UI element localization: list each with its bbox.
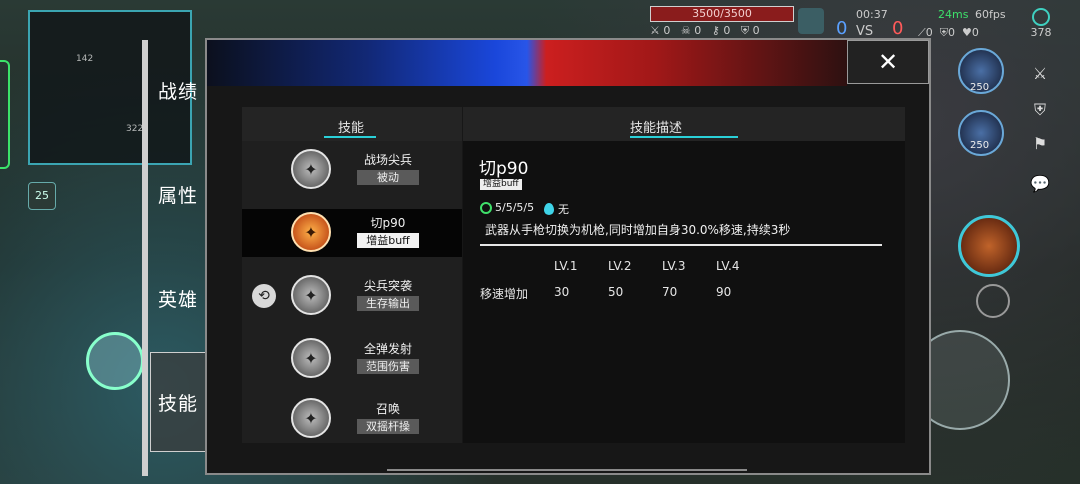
- ultimate-skill-button[interactable]: [958, 215, 1020, 277]
- skill-description: [463, 107, 905, 443]
- shield-plus-icon[interactable]: ⛨: [1026, 96, 1054, 124]
- energy-cost: 无: [544, 201, 569, 217]
- close-button[interactable]: ✕: [847, 40, 929, 84]
- red-score: 0: [892, 18, 904, 39]
- header-underline: [324, 136, 376, 138]
- skill-name: 全弹发射: [363, 342, 412, 356]
- top-hud: 3500/3500 ⚔ 0 ☠ 0 ⚷ 0 ⛨ 0 0 00:37 VS 0 2…: [650, 6, 1060, 39]
- team-stats: ⚔ 0 ☠ 0 ⚷ 0 ⛨ 0: [650, 24, 760, 37]
- tab-track: [142, 40, 148, 476]
- skill-icon: ✦: [291, 275, 331, 315]
- skill-item[interactable]: ✦ 召唤 双摇杆操: [242, 395, 462, 443]
- clock-icon: [480, 201, 492, 214]
- skill-icon: ✦: [291, 398, 331, 438]
- divider: [480, 244, 882, 246]
- skill-list-title: 技能: [338, 121, 365, 136]
- skill-item[interactable]: ⟲ ✦ 尖兵突袭 生存输出: [242, 272, 462, 320]
- level-value: 30: [554, 285, 570, 299]
- key-icon: ⚷: [711, 24, 720, 37]
- cooldown: 5/5/5/5: [480, 201, 534, 214]
- panel-notch: [387, 469, 747, 477]
- skill-name: 召唤: [375, 402, 400, 416]
- skill-name: 尖兵突袭: [363, 279, 412, 293]
- fps: 60fps: [975, 8, 1006, 21]
- shield-icon: ⛨: [939, 26, 948, 39]
- header-underline: [630, 136, 738, 138]
- skill-item-selected[interactable]: ✦ 切p90 增益buff: [242, 209, 462, 257]
- skill-button[interactable]: [976, 284, 1010, 318]
- chat-icon[interactable]: 💬: [1026, 170, 1054, 198]
- team-emblem-icon: [798, 8, 824, 34]
- level-header: LV.1: [554, 259, 578, 273]
- level-header: LV.4: [716, 259, 740, 273]
- description-title: 技能描述: [630, 121, 683, 136]
- movement-joystick[interactable]: [86, 332, 144, 390]
- skill-list-header: 技能: [242, 107, 462, 141]
- skill-name: 切p90: [370, 216, 406, 230]
- blue-score: 0: [836, 18, 848, 39]
- skill-badge: 增益buff: [480, 179, 522, 190]
- level-badge: 25: [28, 182, 56, 210]
- skill-tag: 增益buff: [357, 233, 419, 248]
- heart-icon: ♥: [961, 26, 972, 39]
- skill-item[interactable]: ✦ 战场尖兵 被动: [242, 146, 462, 194]
- skill-icon: ✦: [291, 338, 331, 378]
- side-tabs: 战绩 属性 英雄 技能: [142, 40, 206, 476]
- team-banner: [207, 40, 847, 86]
- skill-description-text: 武器从手枪切换为机枪,同时增加自身30.0%移速,持续3秒: [485, 223, 791, 237]
- tab-skills[interactable]: 技能: [150, 352, 206, 452]
- shield-icon: ⛨: [740, 24, 750, 37]
- hp-bar: 3500/3500: [650, 6, 794, 22]
- portrait-value: 250: [970, 140, 990, 151]
- minimap-label: 322: [126, 124, 144, 134]
- description-header: 技能描述: [463, 107, 905, 141]
- portrait-value: 250: [970, 82, 990, 93]
- match-time: 00:37: [856, 8, 888, 21]
- skill-panel: ✕ 技能 ✦ 战场尖兵 被动 ✦ 切p90 增益buff ⟲ ✦ 尖兵突袭 生存…: [205, 38, 931, 475]
- vs-label: VS: [856, 24, 874, 39]
- sword-icon[interactable]: ⚔: [1026, 60, 1054, 88]
- panel-content: 技能 ✦ 战场尖兵 被动 ✦ 切p90 增益buff ⟲ ✦ 尖兵突袭 生存输出…: [242, 107, 905, 443]
- skill-icon: ✦: [291, 212, 331, 252]
- level-value: 90: [716, 285, 732, 299]
- skill-name: 战场尖兵: [363, 153, 412, 167]
- sword-icon: ⚔: [650, 24, 660, 37]
- skill-item[interactable]: ✦ 全弹发射 范围伤害: [242, 335, 462, 383]
- minimap-label: 142: [76, 54, 94, 64]
- skill-tag: 生存输出: [357, 296, 419, 311]
- side-indicator: [0, 60, 10, 169]
- ping: 24ms: [938, 8, 969, 21]
- tab-attributes[interactable]: 属性: [150, 144, 206, 244]
- level-row-label: 移速增加: [480, 287, 529, 301]
- flag-icon[interactable]: ⚑: [1026, 130, 1054, 158]
- level-value: 50: [608, 285, 624, 299]
- drop-icon: [544, 203, 554, 215]
- coin-counter: 378: [1026, 8, 1056, 39]
- skill-tag: 被动: [357, 170, 419, 185]
- skill-tag: 双摇杆操: [357, 419, 419, 434]
- tab-record[interactable]: 战绩: [150, 40, 206, 140]
- level-header: LV.2: [608, 259, 632, 273]
- skull-icon: ☠: [680, 24, 691, 37]
- skill-icon: ✦: [291, 149, 331, 189]
- swap-icon[interactable]: ⟲: [252, 284, 276, 308]
- skill-list: 技能 ✦ 战场尖兵 被动 ✦ 切p90 增益buff ⟲ ✦ 尖兵突袭 生存输出…: [242, 107, 462, 443]
- tab-hero[interactable]: 英雄: [150, 248, 206, 348]
- level-value: 70: [662, 285, 678, 299]
- level-header: LV.3: [662, 259, 686, 273]
- coin-icon: [1032, 8, 1050, 26]
- skill-tag: 范围伤害: [357, 359, 419, 374]
- skill-title: 切p90: [479, 159, 529, 179]
